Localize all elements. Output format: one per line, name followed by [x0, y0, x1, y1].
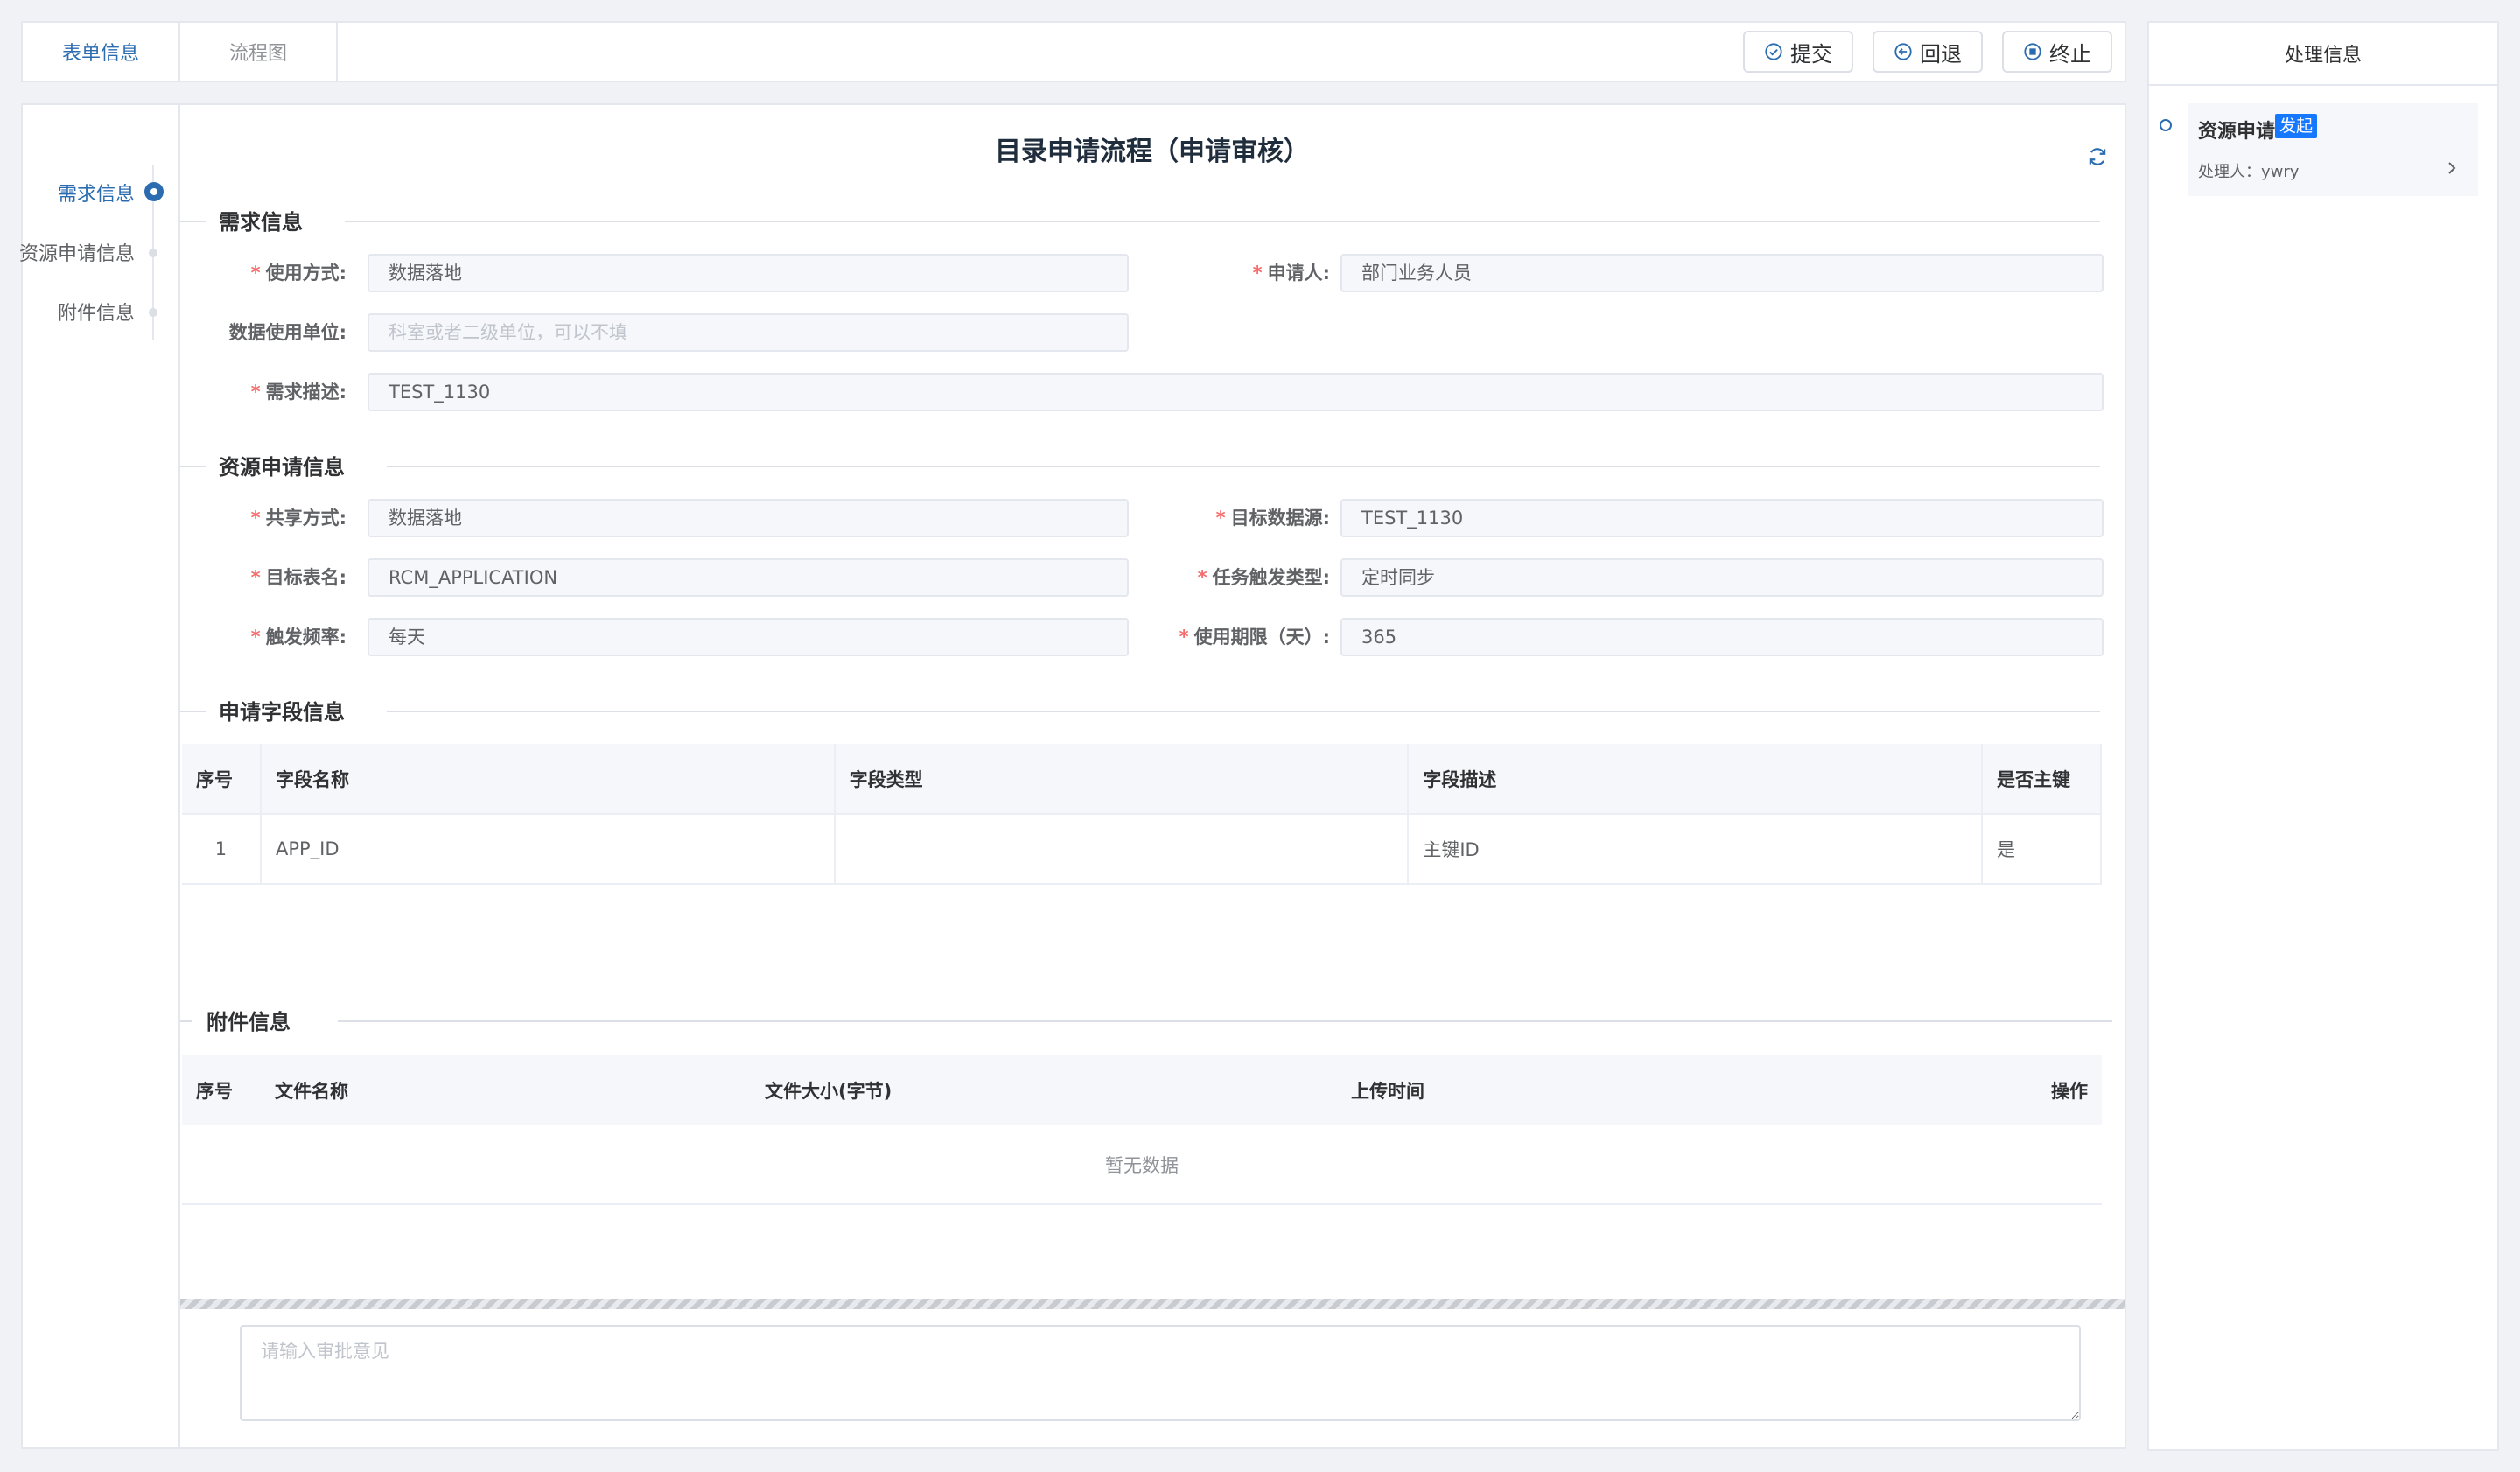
period-label: 使用期限（天）: — [1194, 627, 1330, 648]
usage-mode-input[interactable]: 数据落地 — [368, 254, 1129, 292]
timeline-step-card[interactable]: 资源申请 发起 处理人：ywry — [2188, 103, 2478, 196]
col-header-primary-key: 是否主键 — [1982, 744, 2102, 815]
check-circle-icon — [1765, 43, 1782, 60]
back-button[interactable]: 回退 — [1872, 31, 1983, 73]
period-input[interactable]: 365 — [1340, 618, 2104, 656]
chevron-right-icon — [2448, 162, 2456, 174]
empty-text: 暂无数据 — [182, 1125, 2102, 1205]
frequency-input[interactable]: 每天 — [368, 618, 1129, 656]
target-source-label: 目标数据源: — [1230, 508, 1330, 529]
share-mode-label: 共享方式: — [265, 508, 346, 529]
attachments-table: 序号 文件名称 文件大小(字节) 上传时间 操作 暂无数据 — [182, 1055, 2102, 1205]
section-resource-header: 资源申请信息 — [180, 448, 2100, 483]
approval-opinion-input[interactable] — [240, 1325, 2081, 1421]
process-info-panel: 处理信息 资源申请 发起 处理人：ywry — [2147, 21, 2499, 1451]
usage-mode-label: 使用方式: — [265, 263, 346, 284]
col-header-field-type: 字段类型 — [834, 744, 1410, 815]
terminate-button[interactable]: 终止 — [2002, 31, 2112, 73]
target-table-label: 目标表名: — [265, 567, 346, 588]
trigger-type-label: 任务触发类型: — [1212, 567, 1330, 588]
cell-field-desc: 主键ID — [1408, 814, 1984, 885]
back-arrow-circle-icon — [1894, 43, 1912, 60]
form-panel: 需求信息 资源申请信息 附件信息 目录申请流程（申请审核） 需求信息 * 使用方式… — [19, 103, 2126, 1449]
frequency-label: 触发频率: — [265, 627, 346, 648]
timeline-dot — [2160, 119, 2172, 131]
section-fields-header: 申请字段信息 — [180, 693, 2100, 728]
stop-circle-icon — [2024, 43, 2041, 60]
submit-label: 提交 — [1790, 41, 1832, 67]
cell-field-name: APP_ID — [260, 814, 836, 885]
resize-divider[interactable] — [180, 1299, 2124, 1309]
section-anchor-nav: 需求信息 资源申请信息 附件信息 — [19, 105, 180, 1447]
attachments-table-header-row: 序号 文件名称 文件大小(字节) 上传时间 操作 — [182, 1055, 2102, 1125]
col-header-field-desc: 字段描述 — [1408, 744, 1984, 815]
cell-field-type — [834, 814, 1410, 885]
target-source-input[interactable]: TEST_1130 — [1340, 499, 2104, 537]
section-demand-header: 需求信息 — [180, 203, 2100, 238]
data-unit-label: 数据使用单位: — [228, 322, 346, 343]
tab-flow-chart[interactable]: 流程图 — [180, 23, 338, 81]
step-title: 资源申请 — [2198, 121, 2276, 143]
terminate-label: 终止 — [2049, 41, 2091, 67]
section-attachments-title: 附件信息 — [206, 1010, 290, 1034]
anchor-demand-info[interactable]: 需求信息 — [58, 179, 135, 207]
top-tab-bar: 表单信息 流程图 提交 回退 终止 — [21, 21, 2126, 82]
anchor-dot — [149, 249, 158, 257]
col-header-upload-time: 上传时间 — [1337, 1055, 1923, 1125]
form-content: 目录申请流程（申请审核） 需求信息 * 使用方式: 数据落地 * 申请人: 部门业务… — [180, 105, 2124, 1447]
form-title: 目录申请流程（申请审核） — [995, 137, 1310, 167]
submit-button[interactable]: 提交 — [1743, 31, 1853, 73]
action-toolbar: 提交 回退 终止 — [1743, 23, 2124, 81]
data-unit-input[interactable]: 科室或者二级单位，可以不填 — [368, 313, 1129, 352]
description-input[interactable]: TEST_1130 — [368, 373, 2104, 411]
anchor-dot — [149, 308, 158, 317]
back-label: 回退 — [1920, 41, 1962, 67]
anchor-active-dot — [144, 182, 164, 201]
tab-form-info[interactable]: 表单信息 — [23, 23, 180, 81]
col-header-file-name: 文件名称 — [261, 1055, 751, 1125]
fields-table-header-row: 序号 字段名称 字段类型 字段描述 是否主键 — [182, 744, 2102, 815]
share-mode-input[interactable]: 数据落地 — [368, 499, 1129, 537]
description-label: 需求描述: — [265, 382, 346, 403]
col-header-index: 序号 — [182, 744, 262, 815]
app-root: 表单信息 流程图 提交 回退 终止 需求信息 资源申请信息 附件信息 目录申请流… — [0, 0, 2520, 1472]
trigger-type-input[interactable]: 定时同步 — [1340, 558, 2104, 597]
target-table-input[interactable]: RCM_APPLICATION — [368, 558, 1129, 597]
step-handler: 处理人：ywry — [2198, 163, 2300, 181]
applicant-label: 申请人: — [1267, 263, 1330, 284]
step-badge: 发起 — [2275, 114, 2318, 138]
section-demand-title: 需求信息 — [219, 210, 303, 235]
col-header-file-size: 文件大小(字节) — [751, 1055, 1337, 1125]
col-header-index: 序号 — [182, 1055, 261, 1125]
col-header-operation: 操作 — [1923, 1055, 2102, 1125]
table-row: 1 APP_ID 主键ID 是 — [182, 814, 2102, 885]
applicant-input[interactable]: 部门业务人员 — [1340, 254, 2104, 292]
refresh-icon[interactable] — [2086, 145, 2109, 168]
cell-primary-key: 是 — [1982, 814, 2102, 885]
col-header-field-name: 字段名称 — [260, 744, 836, 815]
empty-row: 暂无数据 — [182, 1125, 2102, 1205]
section-resource-title: 资源申请信息 — [219, 455, 345, 480]
anchor-resource-info[interactable]: 资源申请信息 — [19, 238, 135, 266]
section-fields-title: 申请字段信息 — [219, 700, 345, 725]
cell-index: 1 — [182, 814, 262, 885]
process-info-title: 处理信息 — [2149, 23, 2497, 86]
section-attachments-header: 附件信息 — [180, 1003, 2112, 1038]
anchor-attachment-info[interactable]: 附件信息 — [58, 298, 135, 326]
fields-table: 序号 字段名称 字段类型 字段描述 是否主键 1 APP_ID 主键ID 是 — [182, 744, 2102, 885]
